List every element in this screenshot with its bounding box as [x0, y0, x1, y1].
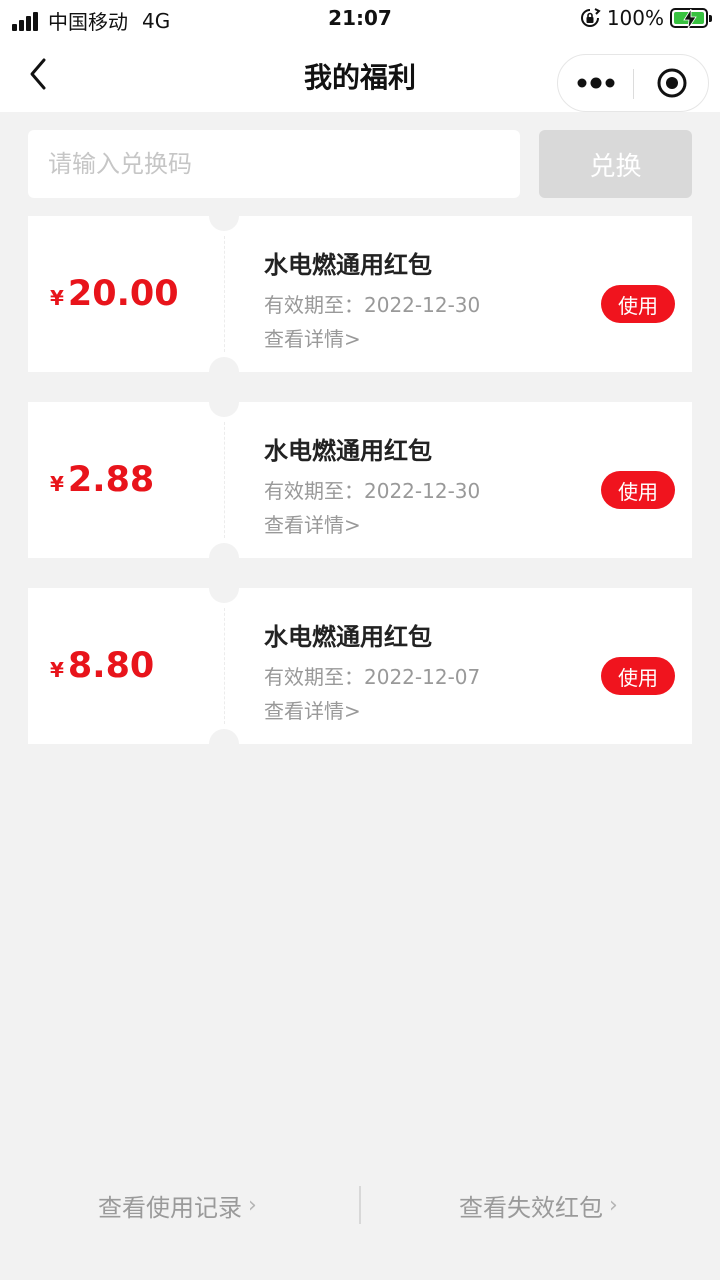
use-coupon-button[interactable]: 使用	[601, 285, 675, 323]
back-icon	[30, 58, 46, 90]
coupon-detail-link[interactable]: 查看详情>	[264, 509, 361, 538]
chevron-right-icon: ›	[609, 1193, 618, 1218]
coupon-amount: ¥ 8.80	[50, 588, 154, 744]
nav-bar: 我的福利	[0, 36, 720, 112]
use-coupon-button[interactable]: 使用	[601, 657, 675, 695]
coupon-title: 水电燃通用红包	[264, 251, 432, 279]
coupon-notch	[209, 387, 239, 417]
amount-value: 8.80	[67, 646, 155, 686]
coupon-expiry: 有效期至：2022-12-30	[264, 479, 481, 503]
screen-rotation-lock-icon	[580, 8, 601, 27]
battery-percent: 100%	[606, 6, 664, 30]
coupon-title: 水电燃通用红包	[264, 623, 432, 651]
coupon-card: ¥ 8.80 水电燃通用红包 有效期至：2022-12-07 查看详情> 使用	[28, 573, 692, 759]
coupon-notch	[209, 201, 239, 231]
coupon-amount: ¥ 2.88	[50, 402, 154, 558]
expired-coupons-label: 查看失效红包	[459, 1194, 603, 1222]
coupon-notch	[209, 729, 239, 759]
use-coupon-button[interactable]: 使用	[601, 471, 675, 509]
coupon-expiry: 有效期至：2022-12-07	[264, 665, 481, 689]
redeem-code-input[interactable]	[28, 130, 520, 198]
amount-value: 2.88	[67, 460, 155, 500]
usage-history-link[interactable]: 查看使用记录 ›	[98, 1188, 257, 1223]
coupon-card: ¥ 20.00 水电燃通用红包 有效期至：2022-12-30 查看详情> 使用	[28, 201, 692, 387]
redeem-button[interactable]: 兑换	[539, 130, 692, 198]
currency-symbol: ¥	[50, 472, 64, 496]
status-bar: 中国移动 4G 21:07 100%	[0, 0, 720, 36]
back-button[interactable]	[24, 54, 54, 94]
coupon-card: ¥ 2.88 水电燃通用红包 有效期至：2022-12-30 查看详情> 使用	[28, 387, 692, 573]
expired-coupons-link[interactable]: 查看失效红包 ›	[459, 1188, 618, 1223]
coupon-notch	[209, 543, 239, 573]
coupon-amount: ¥ 20.00	[50, 216, 179, 372]
currency-symbol: ¥	[50, 658, 64, 682]
coupon-title: 水电燃通用红包	[264, 437, 432, 465]
battery-icon	[670, 8, 712, 29]
currency-symbol: ¥	[50, 286, 64, 310]
close-mini-program-icon	[657, 68, 686, 98]
usage-history-label: 查看使用记录	[98, 1194, 242, 1222]
coupon-separator	[224, 608, 225, 724]
footer-divider	[359, 1186, 361, 1224]
coupon-notch	[209, 573, 239, 603]
close-mini-program-button[interactable]	[634, 55, 709, 111]
more-icon	[577, 77, 614, 89]
coupon-separator	[224, 422, 225, 538]
status-right: 100%	[579, 6, 712, 30]
chevron-right-icon: ›	[248, 1193, 257, 1218]
coupon-notch	[209, 357, 239, 387]
amount-value: 20.00	[67, 274, 179, 314]
coupon-detail-link[interactable]: 查看详情>	[264, 695, 361, 724]
coupon-detail-link[interactable]: 查看详情>	[264, 323, 361, 352]
coupon-separator	[224, 236, 225, 352]
more-button[interactable]	[558, 55, 633, 111]
coupon-expiry: 有效期至：2022-12-30	[264, 293, 481, 317]
mini-program-capsule	[557, 54, 709, 112]
